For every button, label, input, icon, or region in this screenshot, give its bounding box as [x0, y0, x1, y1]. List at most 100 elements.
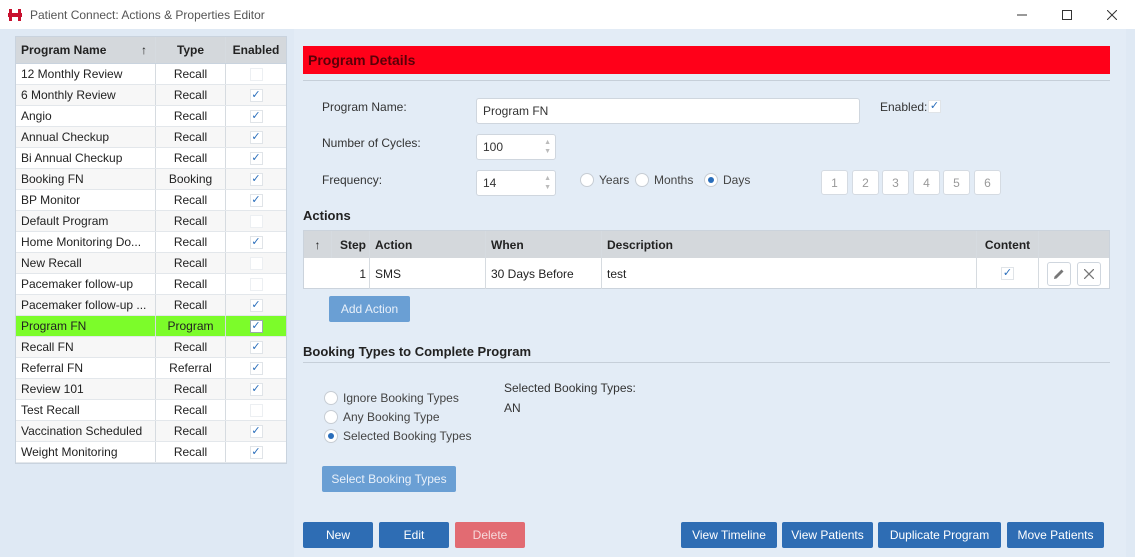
program-type: Recall — [156, 253, 226, 273]
column-enabled[interactable]: Enabled — [226, 37, 286, 63]
program-name: Default Program — [16, 211, 156, 231]
program-enabled-checkbox[interactable]: ✓ — [249, 235, 263, 249]
number-button-1[interactable]: 1 — [821, 170, 848, 195]
program-enabled-checkbox[interactable]: ✓ — [249, 88, 263, 102]
cycles-stepper[interactable]: 100 ▲ ▼ — [476, 134, 556, 160]
radio-years[interactable]: Years — [580, 173, 629, 187]
program-enabled-checkbox[interactable] — [249, 403, 263, 417]
program-row[interactable]: Booking FN Booking ✓ — [16, 169, 286, 190]
program-row[interactable]: Weight Monitoring Recall ✓ — [16, 442, 286, 463]
program-enabled-checkbox[interactable]: ✓ — [249, 445, 263, 459]
program-type: Recall — [156, 232, 226, 252]
close-icon[interactable] — [1089, 0, 1135, 29]
sort-ascending-icon[interactable]: ↑ — [304, 231, 332, 258]
maximize-icon[interactable] — [1044, 0, 1090, 29]
program-enabled-checkbox[interactable]: ✓ — [249, 319, 263, 333]
column-program-name[interactable]: Program Name ↑ — [16, 37, 156, 63]
program-row[interactable]: Default Program Recall — [16, 211, 286, 232]
checkmark-icon: ✓ — [1002, 267, 1013, 279]
program-row[interactable]: New Recall Recall — [16, 253, 286, 274]
number-button-4[interactable]: 4 — [913, 170, 940, 195]
view-patients-button[interactable]: View Patients — [782, 522, 873, 548]
radio-ignore-booking-types[interactable]: Ignore Booking Types — [324, 391, 459, 405]
program-enabled-checkbox[interactable]: ✓ — [249, 109, 263, 123]
column-content[interactable]: Content — [977, 231, 1039, 258]
program-enabled-cell: ✓ — [226, 232, 286, 252]
new-button[interactable]: New — [303, 522, 373, 548]
program-enabled-checkbox[interactable] — [249, 256, 263, 270]
program-type: Recall — [156, 274, 226, 294]
program-enabled-checkbox[interactable]: ✓ — [249, 193, 263, 207]
spin-arrows-icon[interactable]: ▲ ▼ — [544, 138, 551, 156]
program-row[interactable]: Recall FN Recall ✓ — [16, 337, 286, 358]
program-row[interactable]: 12 Monthly Review Recall — [16, 64, 286, 85]
program-enabled-checkbox[interactable]: ✓ — [249, 361, 263, 375]
spin-arrows-icon[interactable]: ▲ ▼ — [544, 174, 551, 192]
program-enabled-checkbox[interactable] — [249, 67, 263, 81]
column-description[interactable]: Description — [602, 231, 977, 258]
checkmark-icon: ✓ — [251, 130, 261, 143]
program-enabled-checkbox[interactable]: ✓ — [249, 340, 263, 354]
table-row[interactable]: 1 SMS 30 Days Before test ✓ — [304, 258, 1109, 289]
column-type[interactable]: Type — [156, 37, 226, 63]
program-enabled-checkbox[interactable]: ✓ — [249, 172, 263, 186]
program-enabled-cell: ✓ — [226, 316, 286, 336]
edit-action-button[interactable] — [1047, 261, 1071, 286]
booking-types-title: Booking Types to Complete Program — [303, 344, 532, 359]
program-row[interactable]: Angio Recall ✓ — [16, 106, 286, 127]
program-enabled-checkbox[interactable] — [249, 214, 263, 228]
number-button-6[interactable]: 6 — [974, 170, 1001, 195]
program-enabled-checkbox[interactable]: ✓ — [249, 298, 263, 312]
move-patients-button[interactable]: Move Patients — [1007, 522, 1104, 548]
number-button-3[interactable]: 3 — [882, 170, 909, 195]
program-row[interactable]: Pacemaker follow-up Recall — [16, 274, 286, 295]
view-timeline-button[interactable]: View Timeline — [681, 522, 777, 548]
program-enabled-cell: ✓ — [226, 190, 286, 210]
program-enabled-checkbox[interactable]: ✓ — [249, 424, 263, 438]
minimize-icon[interactable] — [999, 0, 1045, 29]
divider — [303, 362, 1110, 363]
select-booking-types-button[interactable]: Select Booking Types — [322, 466, 456, 492]
program-enabled-cell: ✓ — [226, 295, 286, 315]
radio-selected-booking-types[interactable]: Selected Booking Types — [324, 429, 472, 443]
radio-days-dot — [704, 173, 718, 187]
program-enabled-checkbox[interactable]: ✓ — [249, 151, 263, 165]
program-row[interactable]: Review 101 Recall ✓ — [16, 379, 286, 400]
checkmark-icon: ✓ — [251, 151, 261, 164]
program-type: Recall — [156, 337, 226, 357]
program-row[interactable]: Home Monitoring Do... Recall ✓ — [16, 232, 286, 253]
add-action-button[interactable]: Add Action — [329, 296, 410, 322]
radio-days[interactable]: Days — [704, 173, 750, 187]
program-row[interactable]: Test Recall Recall — [16, 400, 286, 421]
program-row[interactable]: Pacemaker follow-up ... Recall ✓ — [16, 295, 286, 316]
program-row[interactable]: Annual Checkup Recall ✓ — [16, 127, 286, 148]
edit-button[interactable]: Edit — [379, 522, 449, 548]
program-row[interactable]: BP Monitor Recall ✓ — [16, 190, 286, 211]
program-enabled-checkbox[interactable]: ✓ — [249, 130, 263, 144]
program-name: Angio — [16, 106, 156, 126]
checkmark-icon: ✓ — [929, 100, 940, 112]
column-action[interactable]: Action — [370, 231, 486, 258]
program-row[interactable]: Bi Annual Checkup Recall ✓ — [16, 148, 286, 169]
radio-any-booking-type[interactable]: Any Booking Type — [324, 410, 440, 424]
column-step[interactable]: Step — [332, 231, 370, 258]
program-type: Recall — [156, 85, 226, 105]
number-button-5[interactable]: 5 — [943, 170, 970, 195]
frequency-stepper[interactable]: 14 ▲ ▼ — [476, 170, 556, 196]
program-name-input[interactable]: Program FN — [476, 98, 860, 124]
duplicate-program-button[interactable]: Duplicate Program — [878, 522, 1001, 548]
delete-button[interactable]: Delete — [455, 522, 525, 548]
program-row[interactable]: Program FN Program ✓ — [16, 316, 286, 337]
program-row[interactable]: 6 Monthly Review Recall ✓ — [16, 85, 286, 106]
program-enabled-checkbox[interactable] — [249, 277, 263, 291]
program-enabled-checkbox[interactable]: ✓ — [249, 382, 263, 396]
action-content-cell: ✓ — [977, 258, 1039, 289]
delete-action-button[interactable] — [1077, 261, 1101, 286]
program-row[interactable]: Vaccination Scheduled Recall ✓ — [16, 421, 286, 442]
number-button-2[interactable]: 2 — [852, 170, 879, 195]
radio-months[interactable]: Months — [635, 173, 693, 187]
content-checkbox[interactable]: ✓ — [1001, 267, 1014, 280]
enabled-checkbox[interactable]: ✓ — [928, 100, 941, 113]
column-when[interactable]: When — [486, 231, 602, 258]
program-row[interactable]: Referral FN Referral ✓ — [16, 358, 286, 379]
